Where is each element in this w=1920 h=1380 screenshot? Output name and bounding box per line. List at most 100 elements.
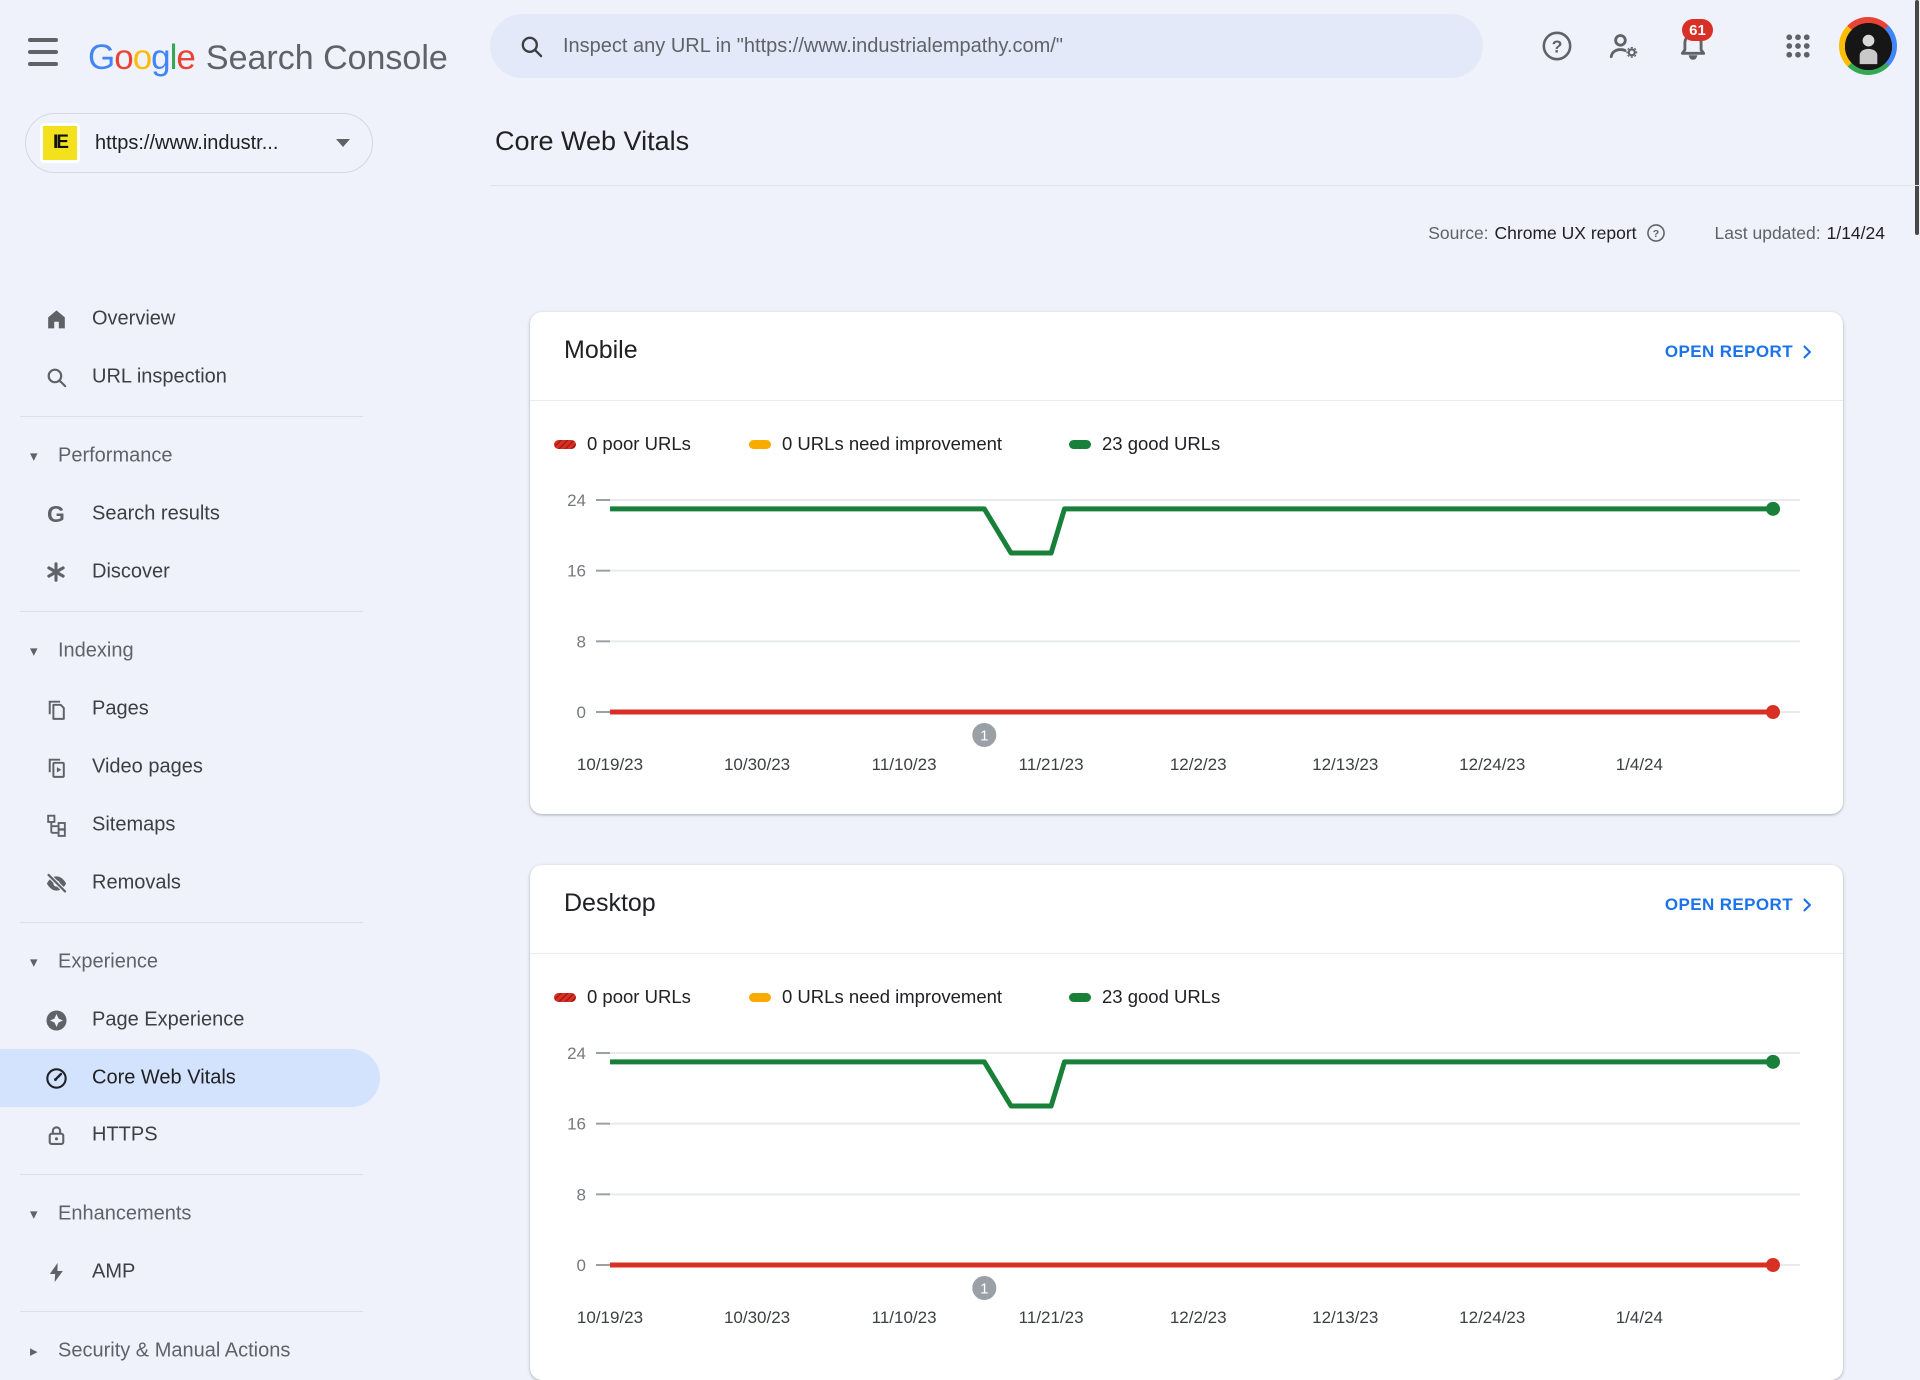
chevron-down-icon [336,139,350,147]
svg-text:11/21/23: 11/21/23 [1019,755,1084,774]
svg-text:12/24/23: 12/24/23 [1459,1308,1525,1327]
legend-swatch-poor [554,992,576,1002]
legend-good-urls[interactable]: 23 good URLs [1069,424,1220,464]
sidebar-item-pages[interactable]: Pages [0,680,380,738]
legend-swatch-improvement [749,992,771,1002]
sidebar-item-amp[interactable]: AMP [0,1243,380,1301]
svg-text:10/30/23: 10/30/23 [724,1308,790,1327]
chevron-expanded-icon: ▾ [30,643,38,660]
chevron-right-icon [1797,895,1817,915]
svg-text:16: 16 [567,562,586,581]
sidebar-item-overview[interactable]: Overview [0,290,380,348]
menu-icon[interactable] [28,38,68,66]
chevron-expanded-icon: ▾ [30,1206,38,1223]
apps-grid-icon [1783,31,1813,61]
lightning-icon [43,1259,69,1285]
svg-text:12/24/23: 12/24/23 [1459,755,1525,774]
divider [20,611,363,612]
svg-text:24: 24 [567,491,586,510]
sidebar-item-sitemaps[interactable]: Sitemaps [0,796,380,854]
svg-text:10/19/23: 10/19/23 [577,755,643,774]
card-title-mobile: Mobile [564,336,638,364]
legend-good-urls[interactable]: 23 good URLs [1069,977,1220,1017]
svg-text:?: ? [1552,37,1563,57]
svg-text:16: 16 [567,1115,586,1134]
help-button[interactable]: ? [1533,22,1581,70]
account-avatar[interactable] [1839,17,1897,75]
sidebar-section-security-manual-actions[interactable]: ▸ Security & Manual Actions [0,1322,380,1380]
url-inspect-searchbar[interactable] [490,14,1483,78]
svg-text:1/4/24: 1/4/24 [1616,755,1663,774]
page-experience-icon [43,1007,69,1033]
search-input[interactable] [563,34,1483,58]
user-settings-button[interactable] [1600,22,1648,70]
sidebar-section-enhancements[interactable]: ▾ Enhancements [0,1185,380,1243]
apps-grid-button[interactable] [1774,22,1822,70]
google-logo: Google [88,38,196,77]
notification-count-badge: 61 [1682,19,1713,41]
chart-legend: 0 poor URLs 0 URLs need improvement 23 g… [530,977,1843,1017]
svg-text:1/4/24: 1/4/24 [1616,1308,1663,1327]
eye-off-icon [43,870,69,896]
divider [20,1174,363,1175]
core-web-vitals-gauge-icon [43,1065,69,1091]
sidebar-item-search-results[interactable]: G Search results [0,485,380,543]
divider [20,1311,363,1312]
open-report-button-desktop[interactable]: OPEN REPORT [1665,895,1817,915]
report-meta: Source: Chrome UX report ? Last updated:… [1428,222,1885,244]
legend-swatch-improvement [749,439,771,449]
user-settings-icon [1607,29,1641,63]
divider [490,185,1920,186]
svg-text:24: 24 [567,1044,586,1063]
scrollbar-thumb[interactable] [1915,0,1919,235]
svg-text:10/19/23: 10/19/23 [577,1308,643,1327]
sidebar-item-discover[interactable]: Discover [0,543,380,601]
chevron-expanded-icon: ▾ [30,954,38,971]
property-favicon: IE [40,123,80,163]
sidebar-section-experience[interactable]: ▾ Experience [0,933,380,991]
svg-text:1: 1 [980,1281,988,1298]
svg-text:0: 0 [577,1256,586,1275]
svg-text:12/2/23: 12/2/23 [1170,755,1227,774]
legend-need-improvement-urls[interactable]: 0 URLs need improvement [749,977,1002,1017]
search-icon [43,364,69,390]
discover-asterisk-icon [43,559,69,585]
lock-icon [43,1122,69,1148]
svg-text:11/21/23: 11/21/23 [1019,1308,1084,1327]
chevron-expanded-icon: ▾ [30,448,38,465]
divider [20,922,363,923]
sidebar-item-removals[interactable]: Removals [0,854,380,912]
source-help-icon[interactable]: ? [1645,222,1667,244]
legend-swatch-good [1069,439,1091,449]
pages-icon [43,696,69,722]
product-name: Search Console [205,39,448,77]
sidebar-item-page-experience[interactable]: Page Experience [0,991,380,1049]
chevron-collapsed-icon: ▸ [30,1343,38,1360]
divider [20,416,363,417]
notifications-button[interactable]: 61 [1669,19,1717,70]
page-title: Core Web Vitals [495,126,690,156]
sidebar-item-https[interactable]: HTTPS [0,1106,380,1164]
sidebar-item-video-pages[interactable]: Video pages [0,738,380,796]
open-report-button-mobile[interactable]: OPEN REPORT [1665,342,1817,362]
sidebar-item-core-web-vitals[interactable]: Core Web Vitals [0,1049,380,1107]
svg-text:11/10/23: 11/10/23 [872,1308,937,1327]
legend-poor-urls[interactable]: 0 poor URLs [554,424,691,464]
avatar-photo [1844,22,1892,70]
sidebar-item-url-inspection[interactable]: URL inspection [0,348,380,406]
mobile-core-web-vitals-line-chart[interactable]: 0 8 16 24 10/19/23 10/30/23 11/10/23 11/21/23 12… [530,472,1843,802]
svg-text:1: 1 [980,728,988,745]
legend-swatch-good [1069,992,1091,1002]
svg-text:8: 8 [577,1185,586,1204]
desktop-core-web-vitals-line-chart[interactable]: 0 8 16 24 10/19/23 10/30/23 11/10/23 11/21/23 12… [530,1025,1843,1355]
chevron-right-icon [1797,342,1817,362]
property-selector[interactable]: IE https://www.industr... [25,113,373,173]
sidebar-section-indexing[interactable]: ▾ Indexing [0,622,380,680]
legend-poor-urls[interactable]: 0 poor URLs [554,977,691,1017]
app-logo[interactable]: Google Search Console [88,38,448,78]
property-url: https://www.industr... [95,131,279,154]
sidebar-section-performance[interactable]: ▾ Performance [0,427,380,485]
updated-value: 1/14/24 [1826,222,1885,243]
desktop-report-card: Desktop OPEN REPORT 0 poor URLs 0 URLs n… [530,865,1843,1380]
legend-need-improvement-urls[interactable]: 0 URLs need improvement [749,424,1002,464]
